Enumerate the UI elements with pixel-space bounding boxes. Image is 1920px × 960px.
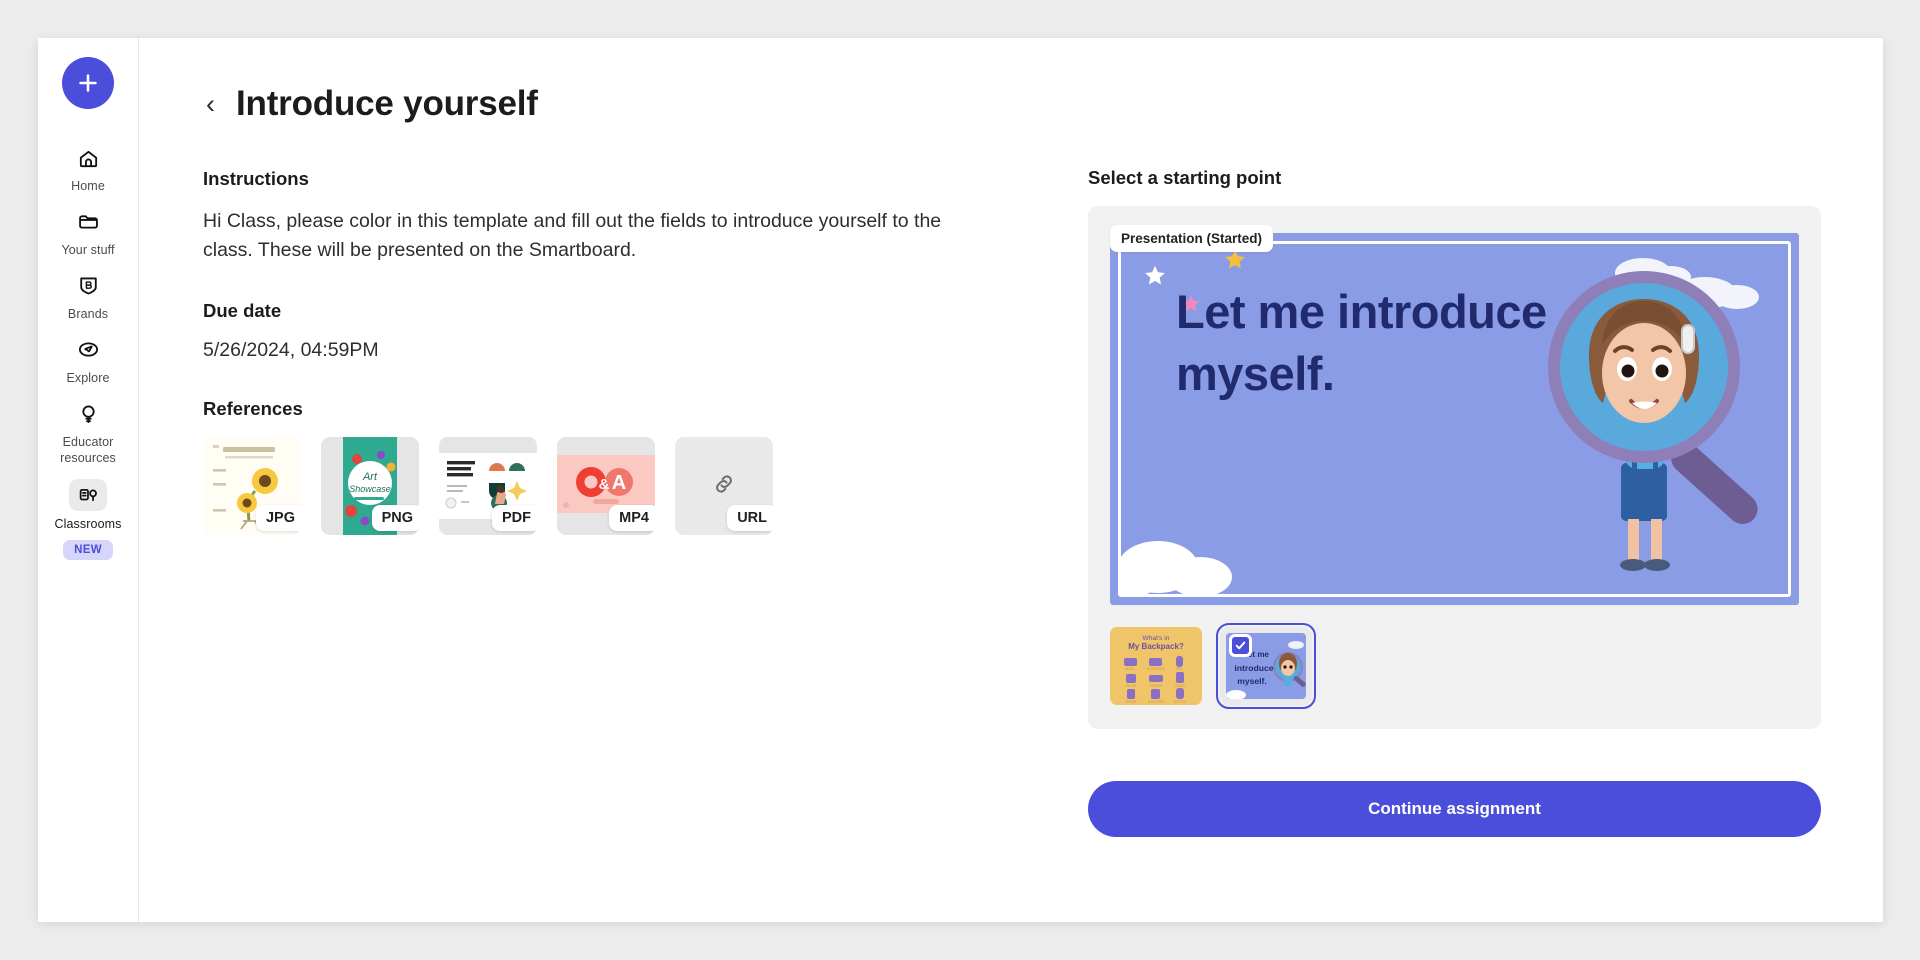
sidebar: Home Your stuff Brands Explore Educator … [38,38,139,922]
cloud-icon [1118,541,1232,595]
reference-card-pdf[interactable]: PDF [439,437,537,536]
svg-text:RULER: RULER [1126,684,1138,688]
backpack-template-thumbnail: What's in My Backpack? BOOK NOTEBOOK PEN R… [1110,627,1202,705]
slide-preview[interactable]: Let me introduce myself. [1110,233,1799,605]
svg-text:PEN: PEN [1176,667,1183,671]
create-button[interactable] [62,57,114,109]
svg-text:BOOK: BOOK [1125,667,1135,671]
reference-card-url[interactable]: URL [675,437,773,536]
reference-tag: MP4 [609,505,655,532]
status-badge-new: NEW [63,540,113,561]
assignment-details: ‹ Introduce yourself Instructions Hi Cla… [203,84,1048,922]
thumbnail-backpack-template[interactable]: What's in My Backpack? BOOK NOTEBOOK PEN R… [1110,627,1202,705]
sidebar-item-label: Your stuff [61,242,115,257]
instructions-text: Hi Class, please color in this template … [203,210,942,261]
svg-text:SCISSORS: SCISSORS [1148,700,1164,704]
svg-text:A: A [612,472,626,494]
svg-text:PHONE: PHONE [1125,700,1136,704]
link-icon [711,471,737,502]
sidebar-item-label: Brands [67,306,109,321]
svg-text:&: & [599,476,610,493]
sidebar-item-home[interactable]: Home [42,135,134,199]
app-window: Home Your stuff Brands Explore Educator … [38,38,1883,922]
page-header: ‹ Introduce yourself [203,84,1048,124]
instructions-heading: Instructions [203,168,309,189]
reference-tag: PNG [371,505,419,532]
status-chip: Presentation (Started) [1110,225,1274,252]
sidebar-item-your-stuff[interactable]: Your stuff [42,199,134,263]
main-content: ‹ Introduce yourself Instructions Hi Cla… [139,38,1883,922]
starting-point-panel: Select a starting point Presentation (St… [1088,84,1831,922]
template-thumbnails: What's in My Backpack? BOOK NOTEBOOK PEN R… [1110,623,1799,709]
sidebar-item-label: Home [71,179,105,193]
svg-text:Art: Art [362,471,378,483]
svg-text:What's in: What's in [1143,635,1170,642]
svg-text:ERASER: ERASER [1149,684,1163,688]
svg-text:TABLET: TABLET [1174,684,1186,688]
sidebar-item-label: Explore [66,370,110,385]
home-icon [71,143,105,173]
check-icon [1229,634,1252,657]
reference-tag: JPG [255,505,301,532]
sidebar-item-brands[interactable]: Brands [42,263,134,327]
sidebar-item-explore[interactable]: Explore [42,327,134,391]
svg-text:Showcase: Showcase [349,484,391,494]
compass-icon [71,335,105,365]
sidebar-item-label: Classrooms [54,517,122,532]
due-date-value: 5/26/2024, 04:59PM [203,339,379,362]
preview-container: Presentation (Started) Let me introduce … [1088,206,1821,729]
sidebar-item-label: Educator resources [60,434,116,466]
svg-text:myself.: myself. [1237,676,1267,686]
continue-assignment-button[interactable]: Continue assignment [1088,781,1821,837]
references-heading: References [203,398,303,420]
folder-icon [71,207,105,237]
reference-card-mp4[interactable]: A & MP4 [557,437,655,536]
svg-text:NOTEBOOK: NOTEBOOK [1147,667,1166,671]
thumbnail-introduce-myself-template[interactable]: Let me introduce myself. [1216,623,1316,709]
reference-tag: URL [727,505,773,532]
classrooms-icon [69,479,107,512]
lightbulb-icon [71,399,105,429]
reference-card-png[interactable]: Art Showcase PNG [321,437,419,536]
brand-shield-icon [71,271,105,301]
svg-text:introduce: introduce [1234,663,1273,673]
plus-icon [79,74,97,92]
starting-point-heading: Select a starting point [1088,167,1282,188]
due-date-heading: Due date [203,300,282,322]
svg-text:My Backpack?: My Backpack? [1128,642,1184,651]
girl-with-magnifier-illustration [1548,271,1758,571]
chevron-left-icon[interactable]: ‹ [203,90,218,118]
page-title: Introduce yourself [236,84,538,123]
svg-text:BOTTLE: BOTTLE [1174,700,1186,704]
sidebar-item-classrooms[interactable]: Classrooms NEW [42,471,134,564]
sidebar-item-educator-resources[interactable]: Educator resources [42,391,134,472]
reference-card-jpg[interactable]: JPG [203,437,301,536]
references-list: JPG Art Showcase PNG PDF A & MP4 URL [203,437,1048,536]
reference-tag: PDF [492,505,537,532]
star-white-icon [1145,265,1165,285]
